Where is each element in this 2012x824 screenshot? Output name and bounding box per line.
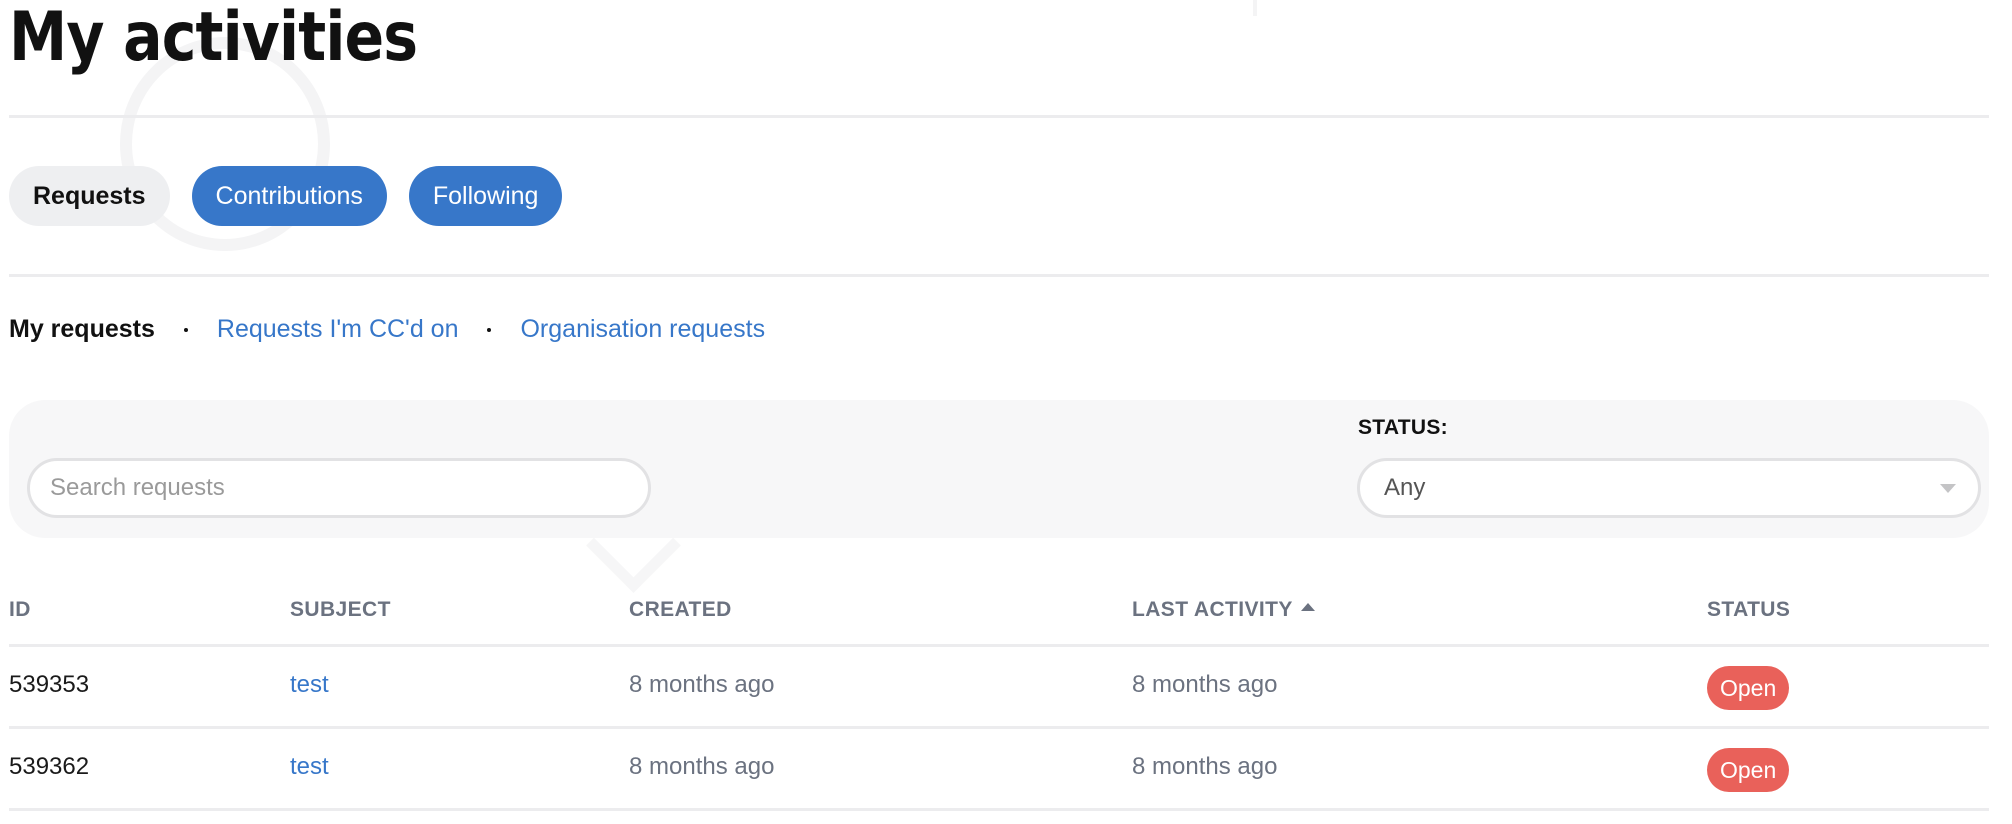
column-header-last-activity-label: LAST ACTIVITY — [1132, 598, 1293, 621]
request-created: 8 months ago — [629, 671, 775, 698]
status-badge: Open — [1707, 666, 1790, 710]
tab-contributions[interactable]: Contributions — [191, 166, 387, 226]
request-last-activity: 8 months ago — [1132, 753, 1278, 780]
subnav-organisation-requests[interactable]: Organisation requests — [520, 315, 765, 344]
filter-panel: STATUS: Any — [9, 400, 1989, 538]
requests-table: ID SUBJECT CREATED LAST ACTIVITY STATUS … — [9, 580, 1989, 811]
table-row: 539362 test 8 months ago 8 months ago Op… — [9, 729, 1989, 811]
table-header: ID SUBJECT CREATED LAST ACTIVITY STATUS — [9, 580, 1989, 647]
page-title: My activities — [9, 0, 418, 77]
column-header-created[interactable]: CREATED — [629, 598, 732, 622]
status-filter-label: STATUS: — [1358, 416, 1448, 439]
separator-dot — [183, 327, 188, 332]
tab-following[interactable]: Following — [408, 166, 563, 226]
divider — [9, 274, 1989, 277]
decorative-line — [1253, 0, 1257, 16]
column-header-id[interactable]: ID — [9, 598, 31, 622]
request-subject-link[interactable]: test — [290, 671, 329, 699]
column-header-subject[interactable]: SUBJECT — [290, 598, 391, 622]
status-select-value: Any — [1384, 474, 1426, 501]
status-select[interactable]: Any — [1357, 458, 1981, 518]
column-header-status[interactable]: STATUS — [1707, 598, 1790, 622]
subnav-my-requests: My requests — [9, 315, 155, 343]
search-input[interactable] — [27, 458, 651, 518]
sort-ascending-icon — [1300, 603, 1315, 611]
separator-dot — [487, 327, 492, 332]
table-row: 539353 test 8 months ago 8 months ago Op… — [9, 647, 1989, 729]
request-created: 8 months ago — [629, 753, 775, 780]
request-id: 539353 — [9, 671, 90, 698]
status-badge: Open — [1707, 748, 1790, 792]
divider — [9, 115, 1989, 118]
column-header-last-activity[interactable]: LAST ACTIVITY — [1132, 598, 1315, 622]
request-subject-link[interactable]: test — [290, 753, 329, 781]
request-filter-nav: My requests Requests I'm CC'd on Organis… — [9, 315, 765, 344]
request-id: 539362 — [9, 753, 90, 780]
request-last-activity: 8 months ago — [1132, 671, 1278, 698]
chevron-down-icon — [1940, 484, 1956, 493]
activity-tabs: Requests Contributions Following — [9, 166, 563, 226]
subnav-cc-requests[interactable]: Requests I'm CC'd on — [217, 315, 459, 344]
tab-requests[interactable]: Requests — [9, 166, 170, 226]
